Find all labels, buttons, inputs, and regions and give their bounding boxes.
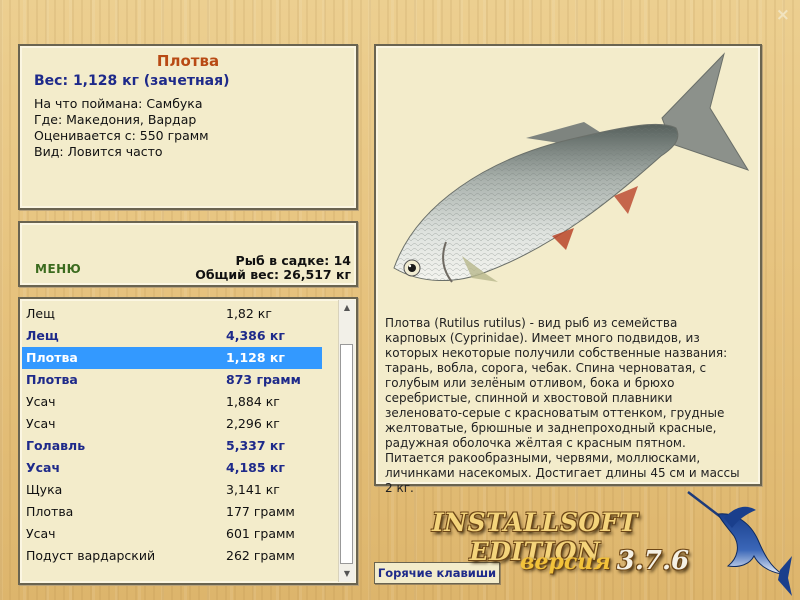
- fish-image: [393, 52, 750, 283]
- fish-count: Рыб в садке: 14: [235, 253, 351, 268]
- fish-weight-cell: 4,185 кг: [226, 460, 285, 475]
- fish-description: Плотва (Rutilus rutilus) - вид рыб из се…: [385, 316, 740, 495]
- list-item[interactable]: Усач 1,884 кг: [22, 391, 322, 413]
- list-item[interactable]: Щука 3,141 кг: [22, 479, 322, 501]
- list-item[interactable]: Лещ 1,82 кг: [22, 303, 322, 325]
- estimate-info: Оценивается с: 550 грамм: [34, 128, 209, 143]
- stats-panel: МЕНЮ Рыб в садке: 14 Общий вес: 26,517 к…: [18, 221, 358, 287]
- list-item[interactable]: Плотва 177 грамм: [22, 501, 322, 523]
- fish-weight-cell: 1,884 кг: [226, 394, 280, 409]
- list-item[interactable]: Усач 601 грамм: [22, 523, 322, 545]
- fish-weight-cell: 2,296 кг: [226, 416, 280, 431]
- fish-name: Усач: [26, 416, 56, 431]
- fish-name: Голавль: [26, 438, 86, 453]
- list-item[interactable]: Плотва 873 грамм: [22, 369, 322, 391]
- list-item[interactable]: Плотва 1,128 кг: [22, 347, 322, 369]
- fish-weight-cell: 177 грамм: [226, 504, 295, 519]
- menu-button[interactable]: МЕНЮ: [35, 262, 81, 276]
- fish-name: Усач: [26, 460, 61, 475]
- fish-name: Щука: [26, 482, 63, 497]
- list-item[interactable]: Голавль 5,337 кг: [22, 435, 322, 457]
- fish-weight: Вес: 1,128 кг (зачетная): [34, 73, 230, 89]
- bait-info: На что поймана: Самбука: [34, 96, 203, 111]
- fish-weight-cell: 1,82 кг: [226, 306, 272, 321]
- location-info: Где: Македония, Вардар: [34, 112, 197, 127]
- scroll-down-icon[interactable]: ▼: [339, 566, 355, 582]
- fish-detail-panel: Плотва (Rutilus rutilus) - вид рыб из се…: [374, 44, 762, 495]
- fish-name: Лещ: [26, 328, 59, 343]
- fish-name: Усач: [26, 526, 56, 541]
- list-item[interactable]: Подуст вардарский 262 грамм: [22, 545, 322, 567]
- total-weight: Общий вес: 26,517 кг: [195, 267, 351, 282]
- fish-weight-cell: 3,141 кг: [226, 482, 280, 497]
- list-item[interactable]: Лещ 4,386 кг: [22, 325, 322, 347]
- kind-info: Вид: Ловится часто: [34, 144, 163, 159]
- list-scrollbar[interactable]: ▲ ▼: [338, 300, 355, 582]
- fish-name: Подуст вардарский: [26, 548, 156, 563]
- version-label: версия: [520, 549, 611, 575]
- fish-name: Плотва: [26, 372, 78, 387]
- fish-name: Плотва: [26, 350, 78, 365]
- close-icon[interactable]: ×: [776, 5, 790, 25]
- brand-banner: INSTALLSOFT EDITION: [380, 508, 690, 566]
- scroll-thumb[interactable]: [340, 344, 353, 564]
- catch-list-panel: Лещ 1,82 кг Лещ 4,386 кг Плотва 1,128 кг Плотв…: [18, 297, 358, 585]
- fish-name: Лещ: [26, 306, 55, 321]
- list-item[interactable]: Усач 2,296 кг: [22, 413, 322, 435]
- fish-name: Усач: [26, 394, 56, 409]
- fish-name: Плотва: [26, 504, 74, 519]
- fish-weight-cell: 4,386 кг: [226, 328, 285, 343]
- fish-weight-cell: 873 грамм: [226, 372, 301, 387]
- list-item[interactable]: Усач 4,185 кг: [22, 457, 322, 479]
- version-banner: версия 3.7.6: [520, 546, 690, 580]
- fish-weight-cell: 1,128 кг: [226, 350, 285, 365]
- marlin-logo-icon: [687, 491, 792, 596]
- version-number: 3.7.6: [616, 546, 690, 576]
- fish-info-panel: Плотва Вес: 1,128 кг (зачетная) На что п…: [18, 44, 358, 210]
- fish-title: Плотва: [156, 52, 220, 70]
- fish-weight-cell: 5,337 кг: [226, 438, 285, 453]
- fish-weight-cell: 262 грамм: [226, 548, 295, 563]
- scroll-up-icon[interactable]: ▲: [339, 300, 355, 316]
- fish-weight-cell: 601 грамм: [226, 526, 295, 541]
